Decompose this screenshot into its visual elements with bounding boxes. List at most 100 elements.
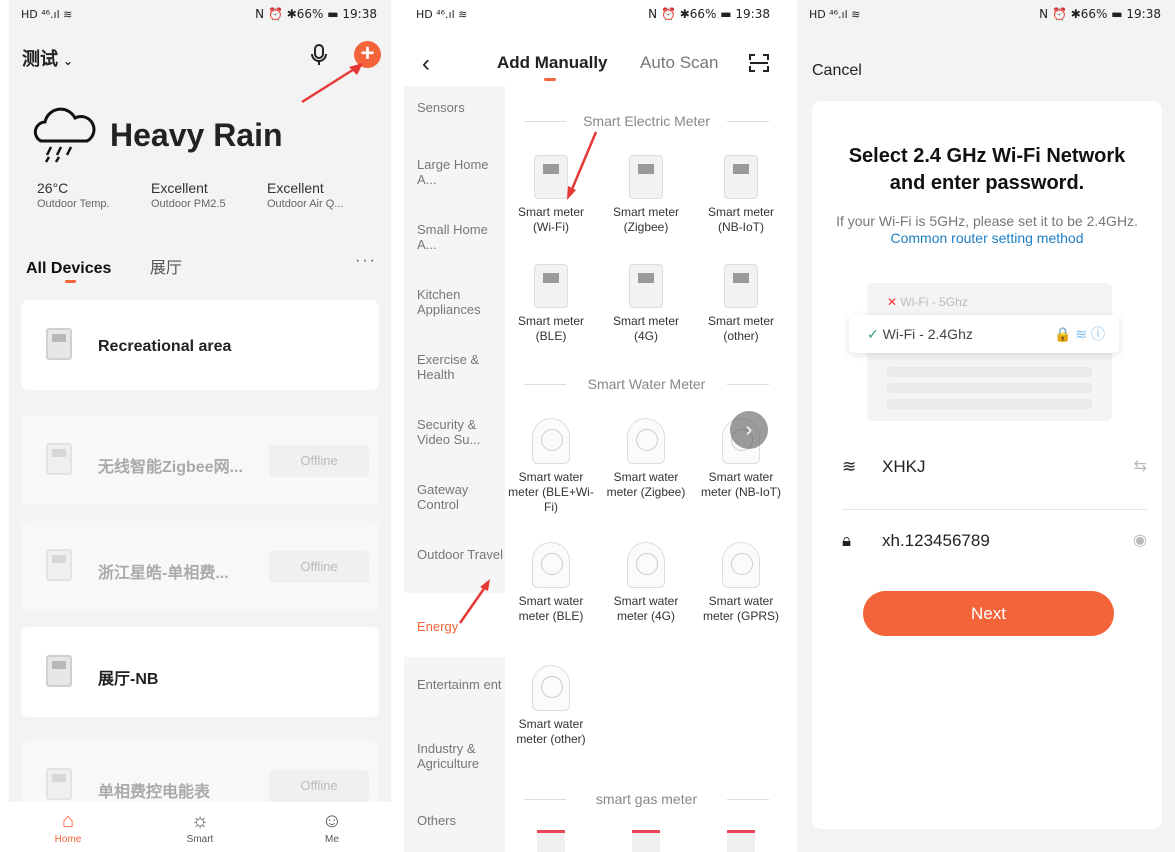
weather-stat: Excellent Outdoor PM2.5 bbox=[151, 180, 226, 210]
section-title: Smart Electric Meter bbox=[524, 113, 769, 129]
product-item[interactable]: Smart meter (BLE) bbox=[506, 264, 596, 344]
wifi-ssid-field[interactable]: ≋ XHKJ ⇆ bbox=[842, 447, 1147, 487]
sun-icon: ☼ bbox=[190, 810, 210, 832]
device-card[interactable]: 展厅-NB bbox=[21, 627, 379, 717]
category-item[interactable]: Others bbox=[417, 813, 503, 828]
water-meter-icon bbox=[627, 418, 665, 464]
product-label: Smart meter (4G) bbox=[612, 314, 679, 343]
electric-meter-icon bbox=[629, 155, 663, 199]
category-item[interactable]: Security & Video Su... bbox=[417, 417, 503, 447]
gas-meter-icon bbox=[537, 830, 565, 852]
more-options-icon[interactable]: ··· bbox=[355, 252, 377, 270]
product-item[interactable]: Smart water meter (BLE) bbox=[506, 542, 596, 624]
product-item[interactable]: Smart water meter (BLE+Wi-Fi) bbox=[506, 418, 596, 515]
product-item[interactable] bbox=[601, 830, 691, 852]
category-item-energy[interactable]: Energy bbox=[417, 619, 503, 634]
device-name: 单相费控电能表 bbox=[98, 784, 211, 801]
category-item[interactable]: Large Home A... bbox=[417, 157, 503, 187]
cancel-button[interactable]: Cancel bbox=[812, 62, 862, 80]
ssid-value: XHKJ bbox=[882, 457, 926, 476]
next-button[interactable]: Next bbox=[863, 591, 1114, 636]
product-item[interactable]: Smart meter (Zigbee) bbox=[601, 155, 691, 235]
category-item[interactable]: Small Home A... bbox=[417, 222, 503, 252]
hint-body: If your Wi-Fi is 5GHz, please set it to … bbox=[836, 213, 1138, 229]
stat-label: Outdoor Temp. bbox=[37, 198, 110, 210]
category-item[interactable]: Exercise & Health bbox=[417, 352, 503, 382]
wifi-setup-screen: HD ⁴⁶.ıl ≋ N ⏰ ✱66% ▬ 19:38 Cancel Selec… bbox=[797, 0, 1175, 852]
hint-text: If your Wi-Fi is 5GHz, please set it to … bbox=[822, 213, 1152, 247]
gas-meter-icon bbox=[632, 830, 660, 852]
nav-home[interactable]: ⌂ Home bbox=[38, 808, 98, 845]
room-tabs: All Devices 展厅 bbox=[26, 254, 182, 278]
home-selector[interactable]: 测试 ⌄ bbox=[22, 45, 73, 71]
category-list bbox=[404, 86, 505, 852]
stat-label: Outdoor Air Q... bbox=[267, 198, 344, 210]
tab-add-manually[interactable]: Add Manually bbox=[497, 53, 608, 73]
section-title: Smart Water Meter bbox=[524, 376, 769, 392]
product-label: Smart water meter (Zigbee) bbox=[606, 470, 686, 499]
offline-badge: Offline bbox=[269, 551, 369, 583]
bottom-nav: ⌂ Home ☼ Smart ☺ Me bbox=[9, 802, 391, 852]
category-item[interactable]: Gateway Control bbox=[417, 482, 503, 512]
product-item[interactable] bbox=[696, 830, 784, 852]
product-label: Smart water meter (BLE) bbox=[518, 594, 584, 623]
stat-value: Excellent bbox=[267, 180, 324, 196]
category-item[interactable]: Outdoor Travel bbox=[417, 547, 503, 562]
device-name: Recreational area bbox=[98, 338, 232, 355]
microphone-icon[interactable] bbox=[306, 42, 332, 68]
wifi-panel: Select 2.4 GHz Wi-Fi Network and enter p… bbox=[812, 101, 1162, 829]
tab-auto-scan[interactable]: Auto Scan bbox=[640, 53, 718, 73]
stat-label: Outdoor PM2.5 bbox=[151, 198, 226, 210]
product-label: Smart meter (Zigbee) bbox=[612, 205, 679, 234]
water-meter-icon bbox=[532, 418, 570, 464]
gateway-icon bbox=[46, 443, 72, 475]
eye-icon[interactable]: ◉ bbox=[1133, 521, 1147, 561]
product-item[interactable]: Smart water meter (Zigbee) bbox=[601, 418, 691, 500]
category-item[interactable]: Kitchen Appliances bbox=[417, 287, 503, 317]
water-meter-icon bbox=[722, 542, 760, 588]
product-item[interactable]: Smart water meter (other) bbox=[506, 665, 596, 747]
product-label: Smart meter (BLE) bbox=[517, 314, 584, 343]
placeholder-bar bbox=[887, 383, 1092, 393]
scan-icon[interactable] bbox=[748, 52, 770, 74]
product-item[interactable] bbox=[506, 830, 596, 852]
signal-status: HD ⁴⁶.ıl ≋ bbox=[416, 8, 468, 21]
switch-network-icon[interactable]: ⇆ bbox=[1134, 447, 1147, 487]
nav-smart[interactable]: ☼ Smart bbox=[170, 808, 230, 845]
add-device-button[interactable]: + bbox=[354, 41, 381, 68]
password-field[interactable]: 🔒︎ xh.123456789 ◉ bbox=[842, 521, 1147, 561]
chevron-down-icon: ⌄ bbox=[63, 54, 74, 68]
tab-room[interactable]: 展厅 bbox=[150, 260, 182, 277]
category-item[interactable]: Sensors bbox=[417, 100, 503, 115]
chevron-right-icon[interactable]: › bbox=[730, 411, 768, 449]
wifi-illustration: ✕ Wi-Fi - 5Ghz ✓ Wi-Fi - 2.4Ghz 🔒 ≋ ⓘ bbox=[849, 283, 1119, 421]
product-label: Smart water meter (4G) bbox=[613, 594, 679, 623]
category-item[interactable]: Entertainm ent bbox=[417, 677, 503, 692]
wifi-24g-label: Wi-Fi - 2.4Ghz bbox=[882, 326, 973, 342]
weather-stat: 26°C Outdoor Temp. bbox=[37, 180, 110, 210]
nav-me[interactable]: ☺ Me bbox=[302, 808, 362, 845]
product-item[interactable]: Smart meter (NB-IoT) bbox=[696, 155, 784, 235]
category-item[interactable]: Industry & Agriculture bbox=[417, 741, 503, 771]
product-item[interactable]: Smart meter (4G) bbox=[601, 264, 691, 344]
product-item[interactable]: Smart water meter (GPRS) bbox=[696, 542, 784, 624]
tab-all-devices[interactable]: All Devices bbox=[26, 260, 111, 277]
device-card[interactable]: 无线智能Zigbee网... Offline bbox=[21, 415, 379, 505]
battery-time-status: N ⏰ ✱66% ▬ 19:38 bbox=[1039, 7, 1161, 21]
home-screen: HD ⁴⁶.ıl ≋ N ⏰ ✱66% ▬ 19:38 测试 ⌄ + Heavy… bbox=[9, 0, 391, 852]
weather-condition: Heavy Rain bbox=[110, 117, 283, 153]
electric-meter-icon bbox=[534, 155, 568, 199]
product-item[interactable]: Smart meter (Wi-Fi) bbox=[506, 155, 596, 235]
divider bbox=[842, 509, 1147, 510]
product-item[interactable]: Smart water meter (4G) bbox=[601, 542, 691, 624]
lock-icon: 🔒︎ bbox=[842, 531, 852, 550]
back-icon[interactable]: ‹ bbox=[422, 50, 430, 78]
nav-label: Smart bbox=[186, 834, 214, 845]
router-setting-link[interactable]: Common router setting method bbox=[891, 230, 1084, 246]
check-icon: ✓ bbox=[867, 326, 879, 342]
device-card[interactable]: Recreational area bbox=[21, 300, 379, 390]
product-item[interactable]: Smart meter (other) bbox=[696, 264, 784, 344]
wifi-5g-label: Wi-Fi - 5Ghz bbox=[900, 295, 968, 309]
meter-icon bbox=[46, 768, 72, 800]
device-card[interactable]: 浙江星皓-单相费... Offline bbox=[21, 521, 379, 611]
